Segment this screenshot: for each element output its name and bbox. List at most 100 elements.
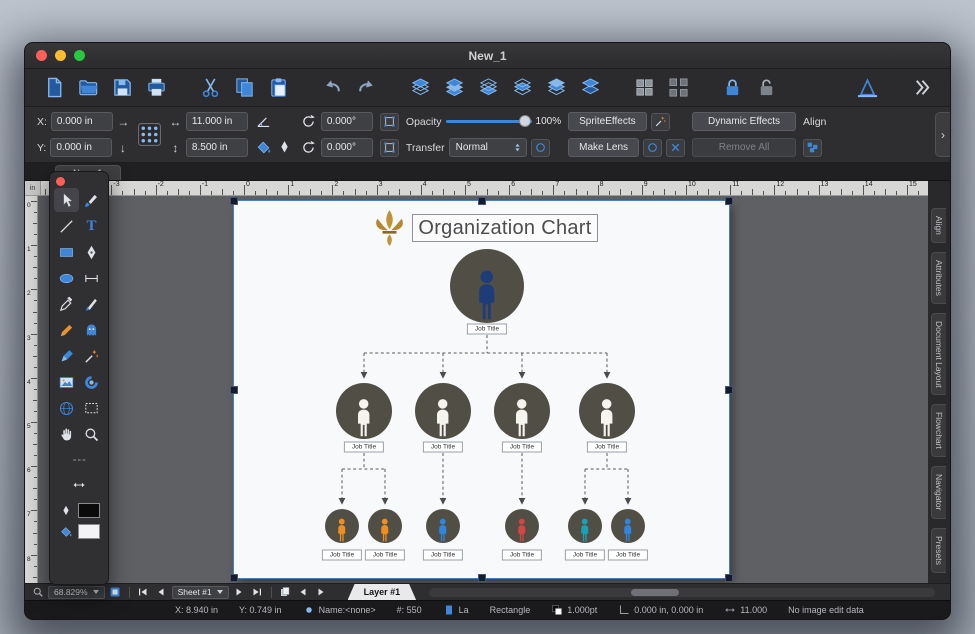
canvas[interactable]: Organization Chart Job Title Job Title Job… bbox=[38, 196, 928, 583]
fill-color-swatch[interactable] bbox=[78, 524, 100, 539]
tool-ghost[interactable] bbox=[79, 318, 104, 342]
new-document-icon[interactable] bbox=[41, 75, 67, 101]
tool-brush[interactable] bbox=[79, 188, 104, 212]
org-node[interactable] bbox=[611, 509, 645, 543]
open-icon[interactable] bbox=[75, 75, 101, 101]
transfer-options-button[interactable] bbox=[531, 139, 550, 157]
dynamic-effects-button[interactable]: Dynamic Effects bbox=[692, 112, 796, 131]
drafting-icon[interactable] bbox=[854, 75, 880, 101]
selection-handle[interactable] bbox=[230, 574, 238, 582]
overflow-icon[interactable] bbox=[908, 75, 934, 101]
save-icon[interactable] bbox=[109, 75, 135, 101]
org-node-label[interactable]: Job Title bbox=[322, 550, 362, 561]
layers-icon[interactable] bbox=[441, 75, 467, 101]
zoom-window-button[interactable] bbox=[74, 50, 85, 61]
transfer-mode-dropdown[interactable]: Normal bbox=[449, 138, 527, 157]
reference-point-selector[interactable] bbox=[137, 122, 162, 147]
y-input[interactable]: 0.000 in bbox=[50, 138, 112, 157]
width-input[interactable]: 11.000 in bbox=[186, 112, 248, 131]
org-node-label[interactable]: Job Title bbox=[423, 442, 463, 453]
previous-sheet-button[interactable] bbox=[154, 585, 169, 599]
last-sheet-button[interactable] bbox=[250, 585, 265, 599]
sprite-effects-options-button[interactable] bbox=[651, 113, 670, 131]
org-node[interactable] bbox=[336, 383, 392, 439]
previous-layer-button[interactable] bbox=[296, 585, 311, 599]
rotation-input[interactable]: 0.000° bbox=[321, 112, 373, 131]
panel-tab-document-layout[interactable]: Document Layout bbox=[931, 313, 946, 396]
skew-icon[interactable] bbox=[300, 139, 317, 156]
tool-knife[interactable] bbox=[79, 292, 104, 316]
tool-zoom[interactable] bbox=[79, 422, 104, 446]
org-node[interactable] bbox=[426, 509, 460, 543]
redo-icon[interactable] bbox=[353, 75, 379, 101]
selection-handle[interactable] bbox=[725, 197, 733, 205]
title-bar[interactable]: New_1 bbox=[25, 43, 950, 69]
tool-line[interactable] bbox=[54, 214, 79, 238]
next-sheet-button[interactable] bbox=[232, 585, 247, 599]
next-layer-button[interactable] bbox=[314, 585, 329, 599]
lock-icon[interactable] bbox=[719, 75, 745, 101]
tool-ellipse[interactable] bbox=[54, 266, 79, 290]
group-icon[interactable] bbox=[631, 75, 657, 101]
selection-handle[interactable] bbox=[478, 197, 486, 205]
tool-select[interactable] bbox=[54, 188, 79, 212]
zoom-level-field[interactable]: 68.829% bbox=[48, 586, 105, 599]
org-node-label[interactable]: Job Title bbox=[467, 324, 507, 335]
copy-icon[interactable] bbox=[231, 75, 257, 101]
palette-close-button[interactable] bbox=[56, 177, 65, 186]
org-node-label[interactable]: Job Title bbox=[502, 442, 542, 453]
org-node-label[interactable]: Job Title bbox=[587, 442, 627, 453]
scrollbar-thumb[interactable] bbox=[631, 589, 679, 596]
fill-tool-icon[interactable] bbox=[255, 139, 272, 156]
tool-text[interactable]: T bbox=[79, 214, 104, 238]
selection-handle[interactable] bbox=[725, 574, 733, 582]
selection-handle[interactable] bbox=[230, 197, 238, 205]
height-input[interactable]: 8.500 in bbox=[186, 138, 248, 157]
org-node-label[interactable]: Job Title bbox=[344, 442, 384, 453]
tool-marker[interactable] bbox=[54, 344, 79, 368]
sprite-effects-button[interactable]: SpriteEffects bbox=[568, 112, 647, 131]
remove-all-button[interactable]: Remove All bbox=[692, 138, 796, 157]
tool-gradient[interactable] bbox=[79, 370, 104, 394]
org-node[interactable] bbox=[450, 249, 524, 323]
org-node[interactable] bbox=[568, 509, 602, 543]
tool-eyedropper[interactable] bbox=[54, 292, 79, 316]
org-node[interactable] bbox=[415, 383, 471, 439]
horizontal-ruler[interactable]: -3-2-10123456789101112131415 bbox=[41, 181, 928, 196]
send-backward-icon[interactable] bbox=[509, 75, 535, 101]
opacity-slider-knob[interactable] bbox=[519, 115, 531, 127]
resize-arrow-tool[interactable] bbox=[68, 478, 90, 497]
panel-tab-attributes[interactable]: Attributes bbox=[931, 252, 946, 304]
minimize-window-button[interactable] bbox=[55, 50, 66, 61]
vertical-ruler[interactable]: 012345678 bbox=[25, 196, 38, 583]
bring-to-front-icon[interactable] bbox=[407, 75, 433, 101]
zoom-fit-button[interactable] bbox=[108, 585, 123, 599]
paste-icon[interactable] bbox=[265, 75, 291, 101]
tool-hand[interactable] bbox=[54, 422, 79, 446]
ruler-unit-label[interactable]: in bbox=[25, 181, 41, 196]
bring-forward-icon[interactable] bbox=[543, 75, 569, 101]
org-node-label[interactable]: Job Title bbox=[502, 550, 542, 561]
bounds-button-2[interactable] bbox=[380, 139, 399, 157]
unlock-icon[interactable] bbox=[753, 75, 779, 101]
arrange-icon[interactable] bbox=[577, 75, 603, 101]
org-node[interactable] bbox=[494, 383, 550, 439]
first-sheet-button[interactable] bbox=[136, 585, 151, 599]
bounds-button[interactable] bbox=[380, 113, 399, 131]
lens-remove-button[interactable] bbox=[666, 139, 685, 157]
expand-properties-button[interactable]: › bbox=[935, 112, 950, 157]
align-button[interactable] bbox=[803, 139, 822, 157]
panel-tab-align[interactable]: Align bbox=[931, 208, 946, 243]
org-node-label[interactable]: Job Title bbox=[423, 550, 463, 561]
cut-icon[interactable] bbox=[197, 75, 223, 101]
opacity-slider[interactable] bbox=[446, 120, 532, 123]
undo-icon[interactable] bbox=[319, 75, 345, 101]
org-node-label[interactable]: Job Title bbox=[608, 550, 648, 561]
stroke-color-swatch[interactable] bbox=[78, 503, 100, 518]
rotation-icon[interactable] bbox=[300, 113, 317, 130]
page[interactable]: Organization Chart Job Title Job Title Job… bbox=[234, 201, 729, 578]
selection-handle[interactable] bbox=[725, 386, 733, 394]
tool-pencil[interactable] bbox=[54, 318, 79, 342]
org-chart-title[interactable]: Organization Chart bbox=[412, 214, 598, 242]
x-input[interactable]: 0.000 in bbox=[51, 112, 113, 131]
